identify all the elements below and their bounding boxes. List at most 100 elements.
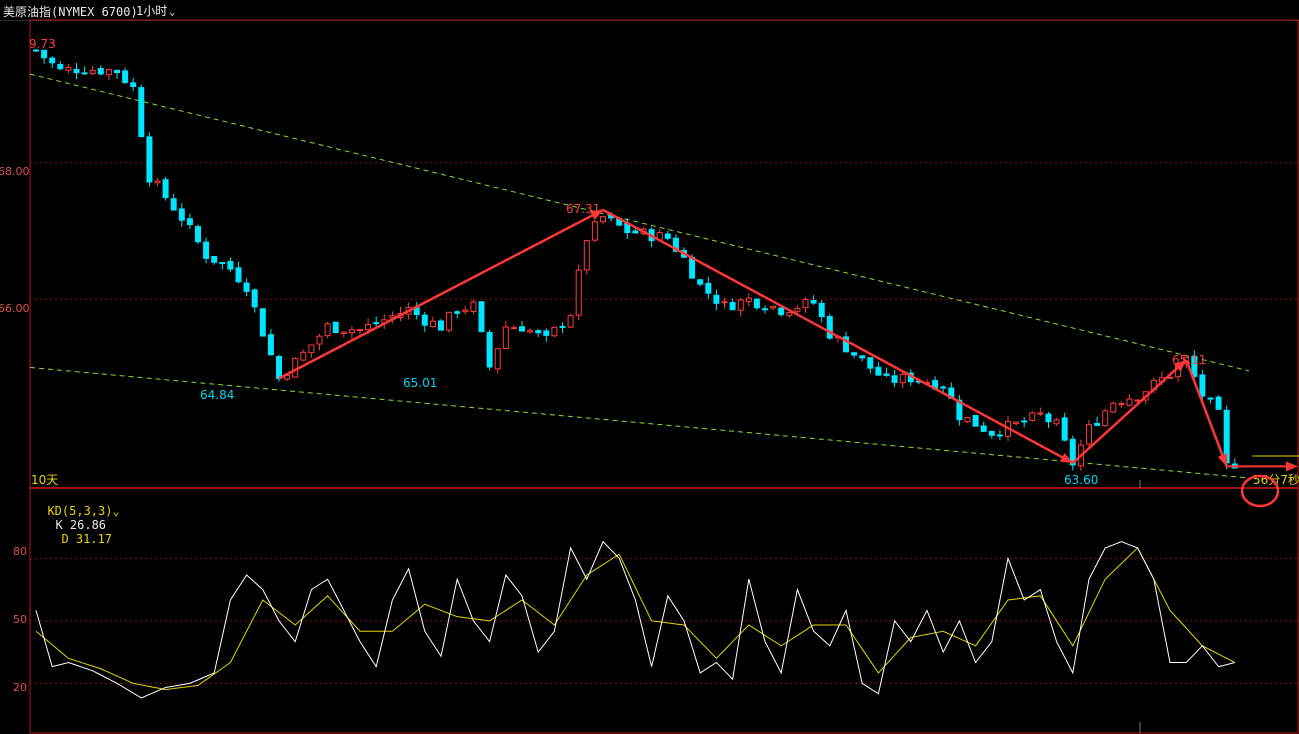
trend-arrows[interactable] xyxy=(278,208,1298,472)
candle-body xyxy=(551,326,558,337)
candle-body xyxy=(1215,396,1222,410)
candle-body xyxy=(178,208,185,221)
candle-body xyxy=(365,324,372,331)
candle-body xyxy=(1126,398,1133,406)
candle-body xyxy=(689,256,696,279)
candle-body xyxy=(762,308,768,311)
candle-body xyxy=(340,331,347,334)
kd-k-value: K 26.86 xyxy=(55,518,107,532)
candle-body xyxy=(227,260,234,270)
candle-body xyxy=(49,57,56,64)
candle-body xyxy=(1199,374,1206,397)
kd-indicator-bar: KD(5,3,3)⌄ K 26.86 D 31.17 xyxy=(33,490,119,546)
kd-indicator-name[interactable]: KD(5,3,3) xyxy=(47,504,112,518)
kd-lines xyxy=(35,540,1236,699)
pivot-label-low-2: 65.01 xyxy=(403,376,437,390)
candle-body xyxy=(105,69,112,76)
candle-body xyxy=(41,49,48,59)
candle-body xyxy=(1021,420,1028,423)
candle-body xyxy=(203,241,210,259)
candle-body xyxy=(421,314,428,326)
candle-body xyxy=(195,226,201,243)
candle-body xyxy=(859,355,866,359)
candle-body xyxy=(972,415,979,427)
candle-body xyxy=(519,326,525,332)
candle-body xyxy=(575,269,582,316)
candle-body xyxy=(89,69,96,75)
candle-body xyxy=(438,320,444,331)
candle-body xyxy=(308,344,315,354)
candle-body xyxy=(600,216,606,223)
candle-body xyxy=(186,218,193,226)
candle-body xyxy=(1110,402,1117,413)
candle-body xyxy=(454,311,461,314)
candle-body xyxy=(486,332,493,368)
candle-body xyxy=(114,69,120,74)
candle-body xyxy=(996,434,1003,437)
candle-body xyxy=(502,326,509,349)
candle-body xyxy=(721,301,728,304)
trend-arrowhead xyxy=(1217,453,1228,467)
price-label-66: 66.00 xyxy=(0,302,30,315)
pointer-arrowhead xyxy=(1286,461,1298,472)
candle-body xyxy=(373,322,380,325)
candle-body xyxy=(1094,423,1101,426)
channel-upper-line xyxy=(29,73,1250,372)
candle-body xyxy=(527,330,534,333)
candle-body xyxy=(664,233,671,239)
candle-body xyxy=(130,82,137,87)
candle-body xyxy=(1037,412,1044,415)
candle-body xyxy=(1207,397,1214,400)
candle-body xyxy=(154,180,161,184)
candle-body xyxy=(146,136,153,183)
candle-body xyxy=(778,307,785,316)
candle-body xyxy=(851,352,858,356)
candle-body xyxy=(940,386,947,389)
candle-body xyxy=(899,373,906,384)
candle-body xyxy=(57,64,64,70)
chart-canvas[interactable]: 9.73 68.00 66.00 80 50 20 67.31 64.84 65… xyxy=(0,0,1299,734)
candle-body xyxy=(462,309,469,313)
candle-body xyxy=(867,357,874,369)
candle-body xyxy=(122,70,129,83)
candle-body xyxy=(494,348,501,370)
candle-body xyxy=(446,311,453,331)
candle-body xyxy=(705,282,712,294)
kd-level-50: 50 xyxy=(13,613,27,626)
candle-body xyxy=(1029,412,1036,421)
chevron-down-icon[interactable]: ⌄ xyxy=(112,504,119,518)
candle-body xyxy=(543,330,550,336)
pivot-label-low-1: 64.84 xyxy=(200,388,234,402)
candle-body xyxy=(1013,421,1020,425)
kd-d-line xyxy=(35,547,1236,691)
pivot-label-high: 67.31 xyxy=(566,202,600,216)
candle-body xyxy=(348,329,355,334)
channel-lines xyxy=(29,73,1250,479)
candle-body xyxy=(794,307,801,312)
kd-level-20: 20 xyxy=(13,681,27,694)
candle-body xyxy=(1053,419,1060,425)
candle-body xyxy=(235,267,242,283)
candle-body xyxy=(1045,413,1052,423)
candle-body xyxy=(259,308,266,337)
range-label: 10天 xyxy=(31,473,58,487)
candle-body xyxy=(324,323,331,337)
candle-body xyxy=(429,320,436,328)
kd-d-value: D 31.17 xyxy=(61,532,113,546)
kd-k-line xyxy=(35,540,1235,699)
candle-body xyxy=(567,315,574,328)
candle-body xyxy=(964,417,971,423)
candle-body xyxy=(988,430,995,436)
candle-body xyxy=(875,366,882,376)
candle-body xyxy=(745,297,752,302)
candle-body xyxy=(802,299,809,309)
candle-body xyxy=(583,240,590,271)
candle-body xyxy=(251,289,258,308)
candle-body xyxy=(65,67,72,71)
kd-level-80: 80 xyxy=(13,545,27,558)
candle-body xyxy=(891,375,898,383)
candle-body xyxy=(243,282,250,292)
candle-body xyxy=(883,373,890,376)
candle-body xyxy=(535,330,542,334)
candle-body xyxy=(1118,403,1125,406)
